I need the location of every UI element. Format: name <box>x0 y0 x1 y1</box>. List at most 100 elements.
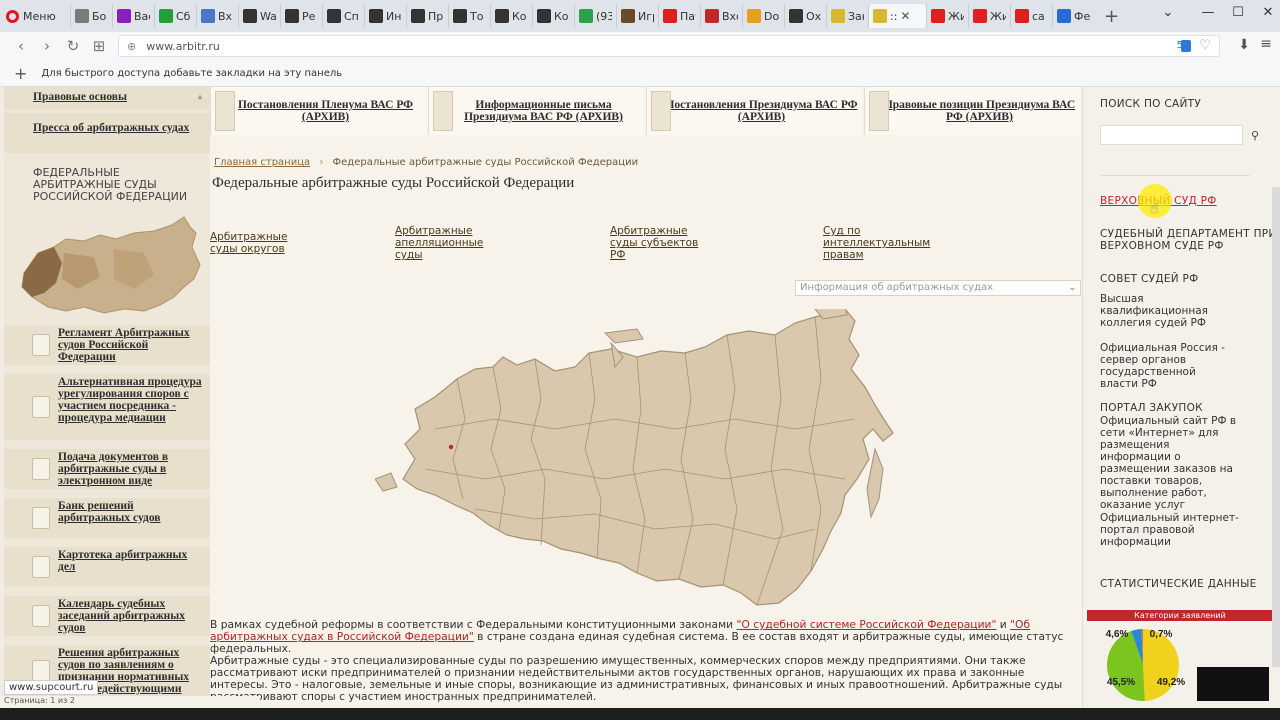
left-doc-link[interactable]: Подача документов в арбитражные суды в э… <box>4 449 210 489</box>
close-window-button[interactable]: ✕ <box>1250 0 1280 24</box>
browser-tab[interactable]: Ин <box>364 4 406 28</box>
left-doc-label: Регламент Арбитражных судов Российской Ф… <box>58 327 190 363</box>
tab-label: Ин <box>386 9 402 23</box>
url-field[interactable]: ⊕ www.arbitr.ru 5 ♡ <box>118 35 1220 57</box>
browser-tab[interactable]: Ох <box>784 4 826 28</box>
browser-tab[interactable]: Вхо <box>700 4 742 28</box>
bookmark-heart-icon[interactable]: ♡ <box>1199 38 1211 53</box>
back-icon[interactable]: ‹ <box>8 37 34 55</box>
breadcrumb-separator: › <box>319 157 324 168</box>
tab-close-icon[interactable]: ✕ <box>900 9 910 23</box>
reload-icon[interactable]: ↻ <box>60 37 86 55</box>
statistics-pie-chart[interactable]: 49,2% 45,5% 4,6% 0,7% <box>1103 623 1193 703</box>
map-kaliningrad <box>375 472 398 492</box>
browser-tab[interactable]: Игр <box>616 4 658 28</box>
browser-tab[interactable]: Зак <box>826 4 868 28</box>
left-doc-link[interactable]: Регламент Арбитражных судов Российской Ф… <box>4 325 210 365</box>
link-district-courts[interactable]: Арбитражные суды округов <box>210 231 290 255</box>
tab-favicon-icon <box>621 9 635 23</box>
link-appeal-courts[interactable]: Арбитражные апелляционные суды <box>395 225 485 261</box>
browser-tab[interactable]: Ко <box>532 4 574 28</box>
browser-tab[interactable]: Ко <box>490 4 532 28</box>
status-bar: Страница: 1 из 2 <box>0 696 260 708</box>
browser-tab[interactable]: Жи <box>968 4 1010 28</box>
browser-tab[interactable]: То <box>448 4 490 28</box>
top-doc-label: Постановления Пленума ВАС РФ (АРХИВ) <box>237 99 414 123</box>
tab-label: са <box>1032 9 1045 23</box>
map-moscow-marker[interactable] <box>448 444 454 450</box>
forward-icon[interactable]: › <box>34 37 60 55</box>
top-doc-plenum[interactable]: Постановления Пленума ВАС РФ (АРХИВ) <box>210 87 426 135</box>
document-icon <box>32 396 50 418</box>
shield-icon[interactable] <box>1181 40 1191 52</box>
link-ip-court[interactable]: Суд по интеллектуальным правам <box>823 225 930 261</box>
left-doc-label: Альтернативная процедура урегулирования … <box>58 376 202 424</box>
browser-tab[interactable]: Сп <box>322 4 364 28</box>
top-doc-presidium[interactable]: Постановления Президиума ВАС РФ (АРХИВ) <box>646 87 862 135</box>
address-bar-row: ‹ › ↻ ⊞ ⊕ www.arbitr.ru 5 ♡ ⬇ ≡ <box>0 32 1280 60</box>
document-icon <box>433 91 453 131</box>
search-icon[interactable]: ⚲ <box>1251 129 1259 142</box>
tab-label: Do <box>764 9 780 23</box>
browser-tab[interactable]: Ре <box>280 4 322 28</box>
top-doc-info-letters[interactable]: Информационные письма Президиума ВАС РФ … <box>428 87 644 135</box>
browser-tab[interactable]: Жи <box>926 4 968 28</box>
russia-mini-map[interactable] <box>4 213 210 317</box>
document-icon <box>32 458 50 480</box>
left-doc-link[interactable]: Банк решений арбитражных судов <box>4 498 210 538</box>
web-page: Правовые основы ▴ Пресса об арбитражных … <box>0 87 1280 708</box>
opera-logo-icon <box>6 9 19 23</box>
qualification-board-link[interactable]: Высшая квалификационная коллегия судей Р… <box>1100 293 1230 329</box>
download-icon[interactable]: ⬇ <box>1238 37 1250 53</box>
tab-favicon-icon <box>285 9 299 23</box>
browser-tab[interactable]: Сб <box>154 4 196 28</box>
browser-tab[interactable]: Пач <box>658 4 700 28</box>
browser-tab[interactable]: са <box>1010 4 1052 28</box>
tab-active[interactable]: :: ✕ <box>868 4 926 28</box>
browser-tab[interactable]: Вас <box>112 4 154 28</box>
easy-setup-icon[interactable]: ≡ <box>1260 36 1272 52</box>
left-doc-link[interactable]: Календарь судебных заседаний арбитражных… <box>4 596 210 636</box>
browser-tab[interactable]: Бо <box>70 4 112 28</box>
browser-tab[interactable]: (93 <box>574 4 616 28</box>
document-icon <box>32 507 50 529</box>
browser-tab[interactable]: Пр <box>406 4 448 28</box>
left-nav-press[interactable]: Пресса об арбитражных судах <box>4 113 210 153</box>
breadcrumb: Главная страница › Федеральные арбитражн… <box>214 157 638 168</box>
tab-favicon-icon <box>747 9 761 23</box>
top-doc-label: Правовые позиции Президиума ВАС РФ (АРХИ… <box>883 99 1076 123</box>
left-doc-link[interactable]: Альтернативная процедура урегулирования … <box>4 374 210 440</box>
browser-tab[interactable]: Вх <box>196 4 238 28</box>
left-sidebar: Правовые основы ▴ Пресса об арбитражных … <box>4 87 210 708</box>
judicial-dept-link[interactable]: СУДЕБНЫЙ ДЕПАРТАМЕНТ ПРИ ВЕРХОВНОМ СУДЕ … <box>1100 228 1280 252</box>
browser-menu-button[interactable]: Меню <box>0 0 70 32</box>
left-nav-legal-basis[interactable]: Правовые основы ▴ <box>4 87 210 110</box>
tab-favicon-icon <box>453 9 467 23</box>
add-bookmark-icon[interactable]: + <box>14 64 27 83</box>
speed-dial-icon[interactable]: ⊞ <box>86 37 112 55</box>
new-tab-button[interactable]: + <box>1094 6 1129 27</box>
tab-favicon-icon <box>1015 9 1029 23</box>
breadcrumb-home-link[interactable]: Главная страница <box>214 157 310 168</box>
link-subject-courts[interactable]: Арбитражные суды субъектов РФ <box>610 225 700 261</box>
search-input[interactable] <box>1100 125 1243 145</box>
browser-tab[interactable]: Do <box>742 4 784 28</box>
left-doc-link[interactable]: Картотека арбитражных дел <box>4 547 210 587</box>
court-info-select[interactable]: Информация об арбитражных судах ⌄ <box>795 280 1081 296</box>
chevron-up-icon: ▴ <box>197 92 202 101</box>
russia-courts-map[interactable] <box>375 309 930 609</box>
page-scrollbar[interactable] <box>1272 187 1280 667</box>
legal-portal-link[interactable]: Официальный интернет-портал правовой инф… <box>1100 512 1240 548</box>
left-doc-label: Подача документов в арбитражные суды в э… <box>58 451 169 487</box>
procurement-heading[interactable]: ПОРТАЛ ЗАКУПОК <box>1100 402 1203 414</box>
top-doc-legal-positions[interactable]: Правовые позиции Президиума ВАС РФ (АРХИ… <box>864 87 1080 135</box>
judges-council-link[interactable]: СОВЕТ СУДЕЙ РФ <box>1100 273 1199 285</box>
tab-favicon-icon <box>931 9 945 23</box>
left-doc-label: Календарь судебных заседаний арбитражных… <box>58 598 186 634</box>
official-russia-link[interactable]: Официальная Россия - сервер органов госу… <box>1100 342 1230 390</box>
browser-tab[interactable]: Wa <box>238 4 280 28</box>
hand-cursor-icon: ☝ <box>1150 201 1159 217</box>
browser-tab[interactable]: Фе <box>1052 4 1094 28</box>
tab-favicon-icon <box>495 9 509 23</box>
tab-menu-icon[interactable]: ⌄ <box>1150 0 1186 24</box>
